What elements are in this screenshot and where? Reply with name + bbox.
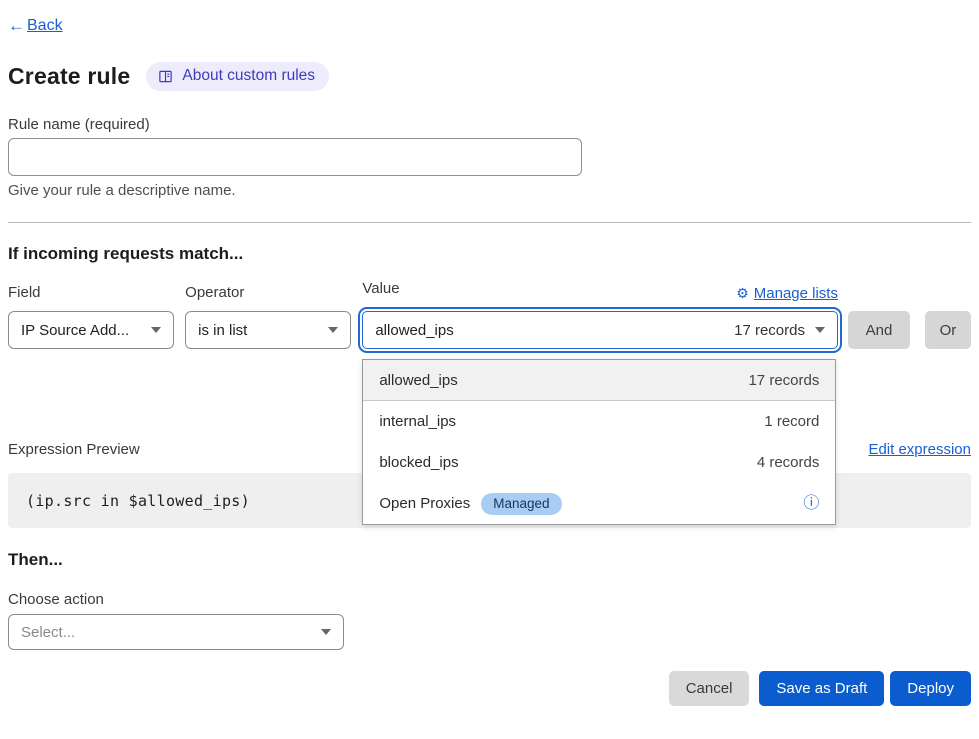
or-button[interactable]: Or	[925, 311, 971, 349]
list-option-name: internal_ips	[379, 413, 456, 430]
value-column: Value ⚙ Manage lists allowed_ips 17 reco…	[362, 284, 838, 349]
choose-action-label: Choose action	[8, 591, 971, 608]
action-select-placeholder: Select...	[21, 624, 75, 641]
chevron-down-icon	[815, 327, 825, 333]
operator-label: Operator	[185, 284, 351, 303]
rule-name-label: Rule name (required)	[8, 116, 971, 133]
value-select-meta-wrap: 17 records	[734, 322, 825, 339]
create-rule-page: ←Back Create rule About custom rules Rul…	[0, 0, 979, 706]
operator-select-value: is in list	[198, 322, 247, 339]
list-option-name: blocked_ips	[379, 454, 458, 471]
list-option-meta: 4 records	[757, 454, 820, 471]
info-icon[interactable]: ⓘ	[803, 496, 819, 512]
value-select[interactable]: allowed_ips 17 records	[362, 311, 838, 349]
field-label: Field	[8, 284, 174, 303]
back-arrow-icon: ←	[8, 16, 25, 36]
list-option-blocked-ips[interactable]: blocked_ips 4 records	[363, 442, 835, 483]
save-as-draft-button[interactable]: Save as Draft	[759, 671, 884, 706]
operator-select[interactable]: is in list	[185, 311, 351, 349]
operator-column: Operator is in list	[185, 284, 351, 349]
chevron-down-icon	[151, 327, 161, 333]
rule-name-helper: Give your rule a descriptive name.	[8, 182, 971, 199]
back-link[interactable]: ←Back	[8, 16, 63, 36]
title-row: Create rule About custom rules	[8, 62, 971, 91]
back-link-label: Back	[27, 17, 63, 35]
field-select[interactable]: IP Source Add...	[8, 311, 174, 349]
cancel-button[interactable]: Cancel	[669, 671, 750, 706]
match-controls-row: Field IP Source Add... Operator is in li…	[8, 284, 971, 349]
manage-lists-label: Manage lists	[754, 285, 838, 302]
page-title: Create rule	[8, 63, 130, 90]
and-or-buttons: And Or	[848, 311, 971, 349]
list-option-meta: 1 record	[764, 413, 819, 430]
list-option-open-proxies[interactable]: Open Proxies Managed ⓘ	[363, 483, 835, 524]
value-select-value: allowed_ips	[375, 322, 453, 339]
section-divider	[8, 222, 971, 223]
book-icon	[158, 69, 173, 84]
list-option-left: Open Proxies Managed	[379, 493, 561, 515]
about-custom-rules-link[interactable]: About custom rules	[146, 62, 329, 91]
list-option-internal-ips[interactable]: internal_ips 1 record	[363, 401, 835, 442]
action-select[interactable]: Select...	[8, 614, 344, 650]
about-badge-label: About custom rules	[182, 67, 315, 85]
value-label-row: Value ⚙ Manage lists	[362, 284, 838, 303]
field-column: Field IP Source Add...	[8, 284, 174, 349]
expression-preview-label: Expression Preview	[8, 441, 140, 458]
value-label: Value	[362, 280, 399, 299]
chevron-down-icon	[328, 327, 338, 333]
gear-icon: ⚙	[736, 285, 749, 302]
rule-name-input[interactable]	[8, 138, 582, 176]
list-option-allowed-ips[interactable]: allowed_ips 17 records	[363, 360, 835, 401]
footer-buttons: Cancel Save as Draft Deploy	[8, 671, 971, 706]
manage-lists-link[interactable]: ⚙ Manage lists	[736, 285, 838, 302]
list-option-name: Open Proxies	[379, 495, 470, 512]
then-section-heading: Then...	[8, 550, 971, 570]
and-button[interactable]: And	[848, 311, 910, 349]
deploy-button[interactable]: Deploy	[890, 671, 971, 706]
value-select-meta: 17 records	[734, 322, 805, 339]
list-option-meta: 17 records	[748, 372, 819, 389]
managed-badge: Managed	[481, 493, 561, 515]
field-select-value: IP Source Add...	[21, 322, 129, 339]
match-section-heading: If incoming requests match...	[8, 244, 971, 264]
expression-code: (ip.src in $allowed_ips)	[26, 492, 250, 510]
list-option-name: allowed_ips	[379, 372, 457, 389]
list-dropdown-panel: allowed_ips 17 records internal_ips 1 re…	[362, 359, 836, 525]
chevron-down-icon	[321, 629, 331, 635]
edit-expression-link[interactable]: Edit expression	[868, 441, 971, 458]
